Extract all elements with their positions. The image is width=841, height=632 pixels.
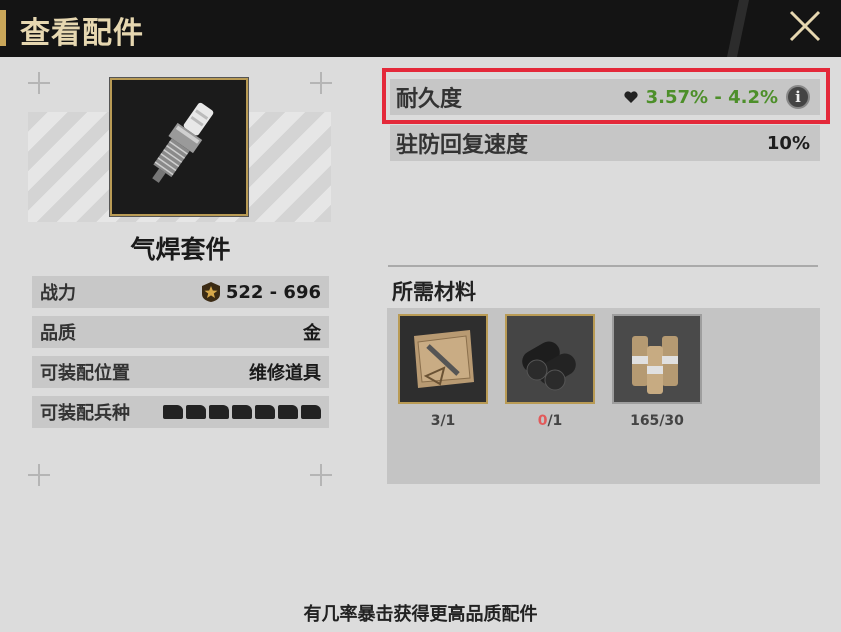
spark-plug-icon	[152, 102, 214, 183]
stat-label: 可装配位置	[40, 363, 130, 384]
close-icon[interactable]	[785, 6, 825, 46]
stat-label: 可装配兵种	[40, 403, 130, 424]
stat-value: 金	[303, 323, 321, 344]
stat-label: 战力	[40, 283, 76, 304]
materials-title: 所需材料	[392, 280, 476, 304]
material-count: 165/30	[612, 413, 702, 429]
material-count: 3/1	[398, 413, 488, 429]
corner-plus-icon	[310, 72, 332, 94]
lt-unit-icon	[255, 405, 275, 419]
mbt-unit-icon	[186, 405, 206, 419]
ht-unit-icon	[301, 405, 321, 419]
attr-garrison-recovery: 驻防回复速度 10%	[390, 125, 820, 161]
spg-unit-icon	[163, 405, 183, 419]
power-medal-icon	[201, 282, 220, 302]
attr-label: 驻防回复速度	[396, 133, 529, 158]
item-image-frame	[110, 78, 248, 216]
hint-text: 有几率暴击获得更高品质配件	[303, 604, 538, 625]
corner-plus-icon	[28, 464, 50, 486]
material-need: /1	[440, 413, 456, 429]
divider	[388, 265, 818, 267]
title-accent	[0, 10, 6, 46]
material-have: 165	[630, 413, 660, 429]
stat-value-wrapper: 522 - 696	[201, 281, 321, 303]
page-title: 查看配件	[20, 16, 144, 51]
helicopter-unit-icon	[209, 405, 229, 419]
material-need: /1	[547, 413, 563, 429]
unit-type-icons	[163, 405, 321, 419]
attr-value: 10%	[766, 132, 810, 154]
material-count: 0/1	[505, 413, 595, 429]
stat-row-slot: 可装配位置 维修道具	[32, 356, 329, 388]
blueprint-icon	[400, 316, 486, 402]
material-slot[interactable]	[505, 314, 595, 404]
mt-unit-icon	[278, 405, 298, 419]
material-have: 3	[430, 413, 441, 429]
stat-row-unit-types: 可装配兵种	[32, 396, 329, 428]
material-need: /30	[659, 413, 684, 429]
canisters-icon	[614, 316, 700, 402]
corner-plus-icon	[28, 72, 50, 94]
stat-label: 品质	[40, 323, 76, 344]
decorative-stripes	[727, 0, 749, 57]
material-have: 0	[537, 413, 548, 429]
stat-row-power: 战力 522 - 696	[32, 276, 329, 308]
material-slot[interactable]	[612, 314, 702, 404]
apc-unit-icon	[232, 405, 252, 419]
steel-rolls-icon	[507, 316, 593, 402]
corner-plus-icon	[310, 464, 332, 486]
title-bar: 查看配件	[0, 0, 841, 57]
highlight-box	[382, 68, 830, 124]
stat-value: 522 - 696	[225, 281, 321, 303]
item-name: 气焊套件	[130, 235, 231, 264]
stat-row-quality: 品质 金	[32, 316, 329, 348]
material-slot[interactable]	[398, 314, 488, 404]
stat-value: 维修道具	[249, 363, 321, 384]
